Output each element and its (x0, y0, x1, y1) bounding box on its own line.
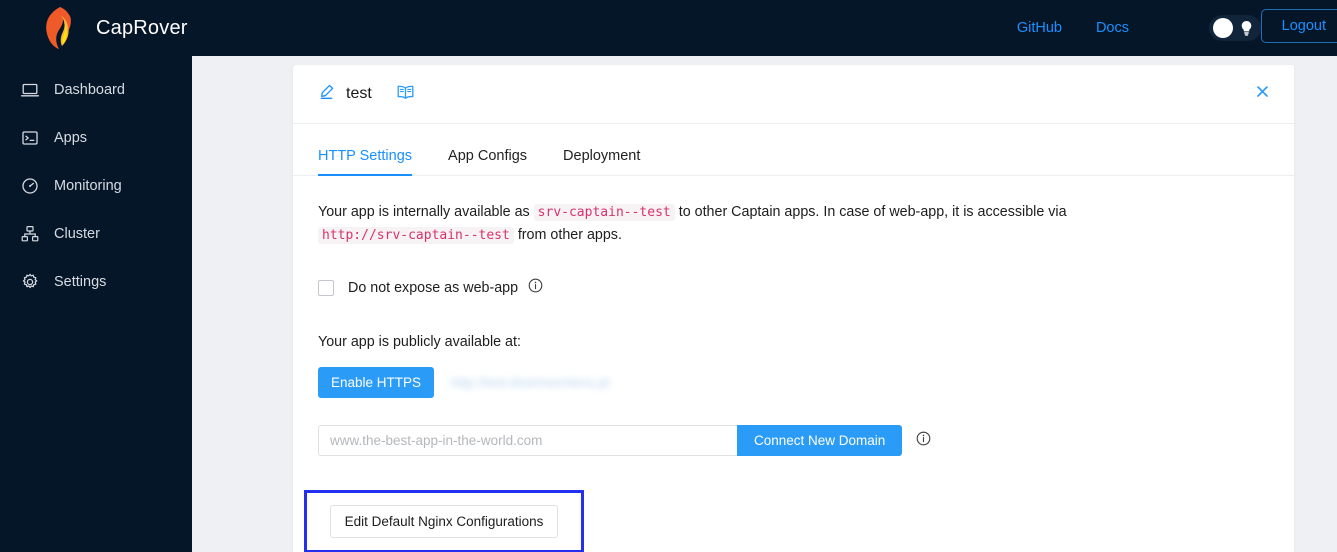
console-icon (20, 128, 40, 148)
nginx-button-highlight: Edit Default Nginx Configurations (304, 490, 584, 552)
public-availability-label: Your app is publicly available at: (318, 334, 521, 350)
lightbulb-icon (1240, 20, 1253, 41)
tab-app-configs[interactable]: App Configs (448, 148, 527, 175)
gear-icon (20, 272, 40, 292)
https-row: Enable HTTPS http://test.bluemoonlens.pt (318, 367, 1269, 398)
tab-bar: HTTP Settings App Configs Deployment (293, 124, 1294, 176)
docs-link[interactable]: Docs (1096, 20, 1129, 36)
info-circle-icon[interactable] (528, 278, 543, 298)
sidebar-item-label: Cluster (54, 226, 100, 242)
do-not-expose-checkbox[interactable] (318, 280, 334, 296)
http-settings-panel: Your app is internally available as srv-… (293, 176, 1294, 456)
info-circle-icon[interactable] (916, 431, 931, 451)
sidebar-item-label: Settings (54, 274, 107, 290)
main-content: test HTTP Settings App Configs Deploymen… (192, 56, 1337, 552)
caprover-app: CapRover GitHub Docs Logout Dashboard Ap… (0, 0, 1337, 552)
internal-url-code: http://srv-captain--test (318, 227, 514, 244)
cluster-icon (20, 224, 40, 244)
intro-text-part2: to other Captain apps. In case of web-ap… (678, 204, 1067, 220)
app-detail-card: test HTTP Settings App Configs Deploymen… (293, 65, 1294, 552)
sidebar-item-apps[interactable]: Apps (0, 114, 192, 162)
gauge-icon (20, 176, 40, 196)
connect-domain-row: Connect New Domain (318, 425, 1269, 456)
connect-new-domain-button[interactable]: Connect New Domain (737, 425, 903, 456)
new-domain-input[interactable] (318, 425, 737, 456)
sidebar: Dashboard Apps Monitoring Cluster Settin… (0, 56, 192, 552)
intro-text-part1: Your app is internally available as (318, 204, 530, 220)
edit-default-nginx-configurations-button[interactable]: Edit Default Nginx Configurations (329, 505, 559, 538)
expose-webapp-row: Do not expose as web-app (318, 278, 1269, 298)
close-x-icon[interactable] (1255, 84, 1270, 104)
brand-name: CapRover (96, 16, 188, 39)
pencil-icon[interactable] (318, 83, 335, 105)
enable-https-button[interactable]: Enable HTTPS (318, 367, 435, 398)
public-url-text[interactable]: http://test.bluemoonlens.pt (451, 375, 609, 390)
brand: CapRover (40, 6, 188, 50)
intro-text-part3: from other apps. (517, 227, 622, 243)
tab-http-settings[interactable]: HTTP Settings (318, 148, 413, 176)
theme-toggle[interactable] (1209, 15, 1261, 41)
laptop-icon (20, 80, 40, 100)
sidebar-item-monitoring[interactable]: Monitoring (0, 162, 192, 210)
github-link[interactable]: GitHub (1017, 20, 1062, 36)
do-not-expose-label: Do not expose as web-app (348, 280, 519, 296)
sidebar-item-settings[interactable]: Settings (0, 258, 192, 306)
card-header: test (293, 65, 1294, 124)
internal-availability-text: Your app is internally available as srv-… (318, 201, 1263, 247)
open-book-icon[interactable] (396, 84, 415, 105)
top-bar-actions: GitHub Docs Logout (1017, 0, 1337, 56)
sidebar-item-label: Dashboard (54, 82, 125, 98)
tab-deployment[interactable]: Deployment (563, 148, 640, 175)
top-bar: CapRover GitHub Docs Logout (0, 0, 1337, 56)
sidebar-item-label: Apps (54, 130, 88, 146)
toggle-knob (1213, 18, 1233, 38)
caprover-flame-logo (40, 6, 80, 50)
sidebar-item-dashboard[interactable]: Dashboard (0, 66, 192, 114)
sidebar-item-cluster[interactable]: Cluster (0, 210, 192, 258)
internal-hostname-code: srv-captain--test (533, 204, 675, 221)
sidebar-item-label: Monitoring (54, 178, 122, 194)
page-title: test (346, 85, 372, 102)
logout-button[interactable]: Logout (1260, 9, 1337, 43)
